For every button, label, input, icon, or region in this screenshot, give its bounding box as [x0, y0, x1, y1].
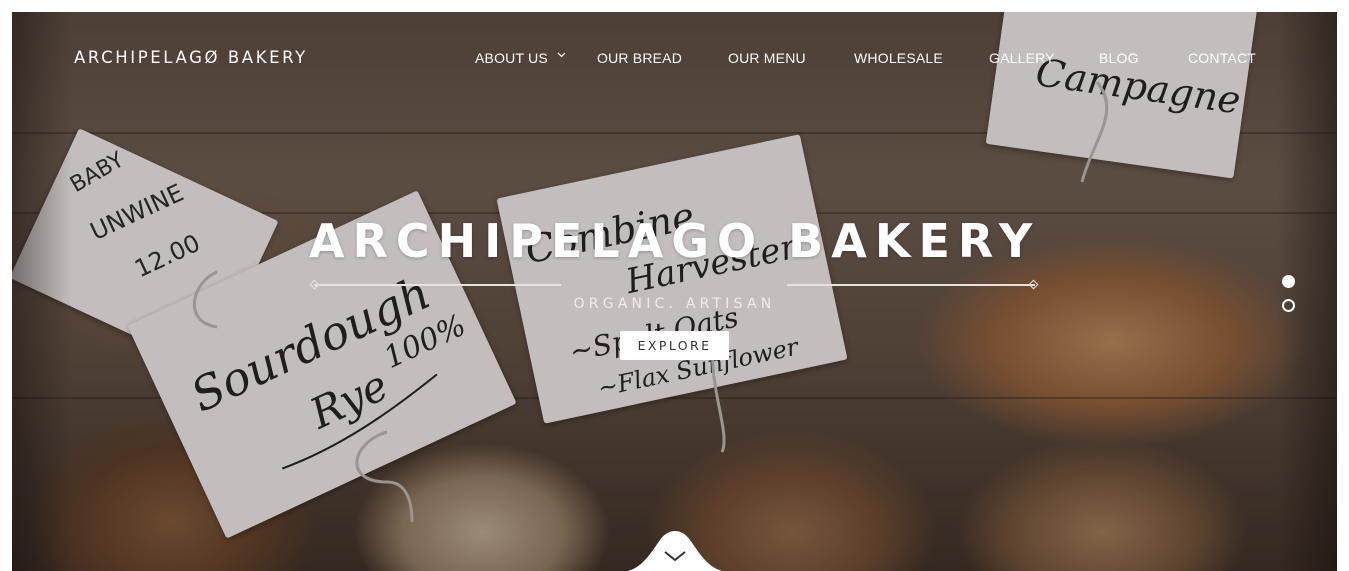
nav-item-gallery[interactable]: GALLERY — [989, 50, 1055, 66]
nav-item-blog[interactable]: BLOG — [1099, 50, 1139, 66]
hero-subheadline: ORGANIC. ARTISAN — [573, 296, 776, 312]
hero-overlay — [12, 12, 1337, 571]
slider-dot-1[interactable] — [1282, 275, 1295, 288]
nav-item-about-us[interactable]: ABOUT US — [475, 50, 548, 66]
main-nav: ABOUT US OUR BREAD OUR MENU WHOLESALE GA… — [0, 48, 1349, 70]
scroll-down-button[interactable] — [620, 524, 730, 571]
hero-vignette-right — [1277, 12, 1337, 571]
explore-button[interactable]: EXPLORE — [620, 331, 729, 360]
nav-item-our-menu[interactable]: OUR MENU — [728, 50, 806, 66]
nav-item-wholesale[interactable]: WHOLESALE — [854, 50, 943, 66]
nav-item-our-bread[interactable]: OUR BREAD — [597, 50, 682, 66]
slider-dot-2[interactable] — [1282, 299, 1295, 312]
nav-item-contact[interactable]: CONTACT — [1188, 50, 1256, 66]
hero-vignette-left — [12, 12, 72, 571]
headline-divider-left — [314, 284, 561, 286]
chevron-down-icon[interactable] — [557, 52, 566, 58]
hero-banner: BABY UNWINE 12.00 Sourdough Rye 100% Com… — [12, 12, 1337, 571]
hero-headline: ARCHIPELAGO BAKERY — [308, 214, 1041, 268]
headline-divider-right — [787, 284, 1035, 286]
